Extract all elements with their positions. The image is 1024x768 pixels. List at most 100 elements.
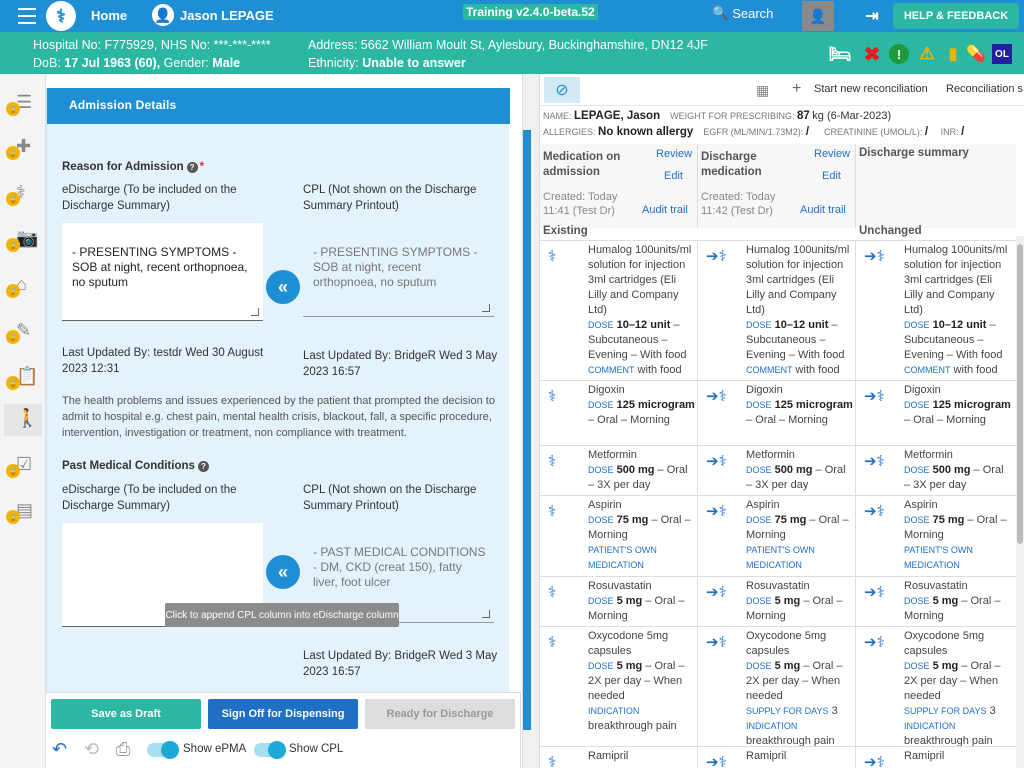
group-existing: Existing: [543, 225, 588, 237]
medication-cell[interactable]: ➔⚕ Oxycodone 5mg capsules DOSE 5 mg – Oral…: [856, 627, 1016, 747]
logout-icon[interactable]: ⇥: [862, 6, 882, 26]
history-icon[interactable]: ⟲: [84, 739, 99, 760]
resize-handle[interactable]: [251, 308, 259, 316]
reconcile-arrow-icon: ➔⚕: [706, 584, 727, 601]
review-link[interactable]: Review: [814, 148, 850, 160]
alert-x-icon[interactable]: ✖: [862, 44, 882, 66]
warning-triangle-icon[interactable]: ⚠: [917, 44, 937, 64]
medication-cell[interactable]: ⚕ Oxycodone 5mg capsules DOSE 5 mg – Oral …: [540, 627, 698, 746]
patient-icon: 👤: [152, 4, 174, 26]
report-icon[interactable]: ▦: [756, 82, 769, 99]
medication-cell[interactable]: ➔⚕ Rosuvastatin DOSE 5 mg – Oral – Morning: [856, 577, 1016, 626]
admission-details-header: Admission Details: [47, 88, 510, 124]
append-cpl-button[interactable]: «: [266, 555, 300, 589]
reason-ediscbarge-textarea[interactable]: - PRESENTING SYMPTOMS - SOB at night, re…: [62, 223, 263, 321]
address: Address: 5662 William Moult St, Aylesbur…: [308, 38, 708, 52]
top-bar: ⚕ Home 👤 Jason LEPAGE Training v2.4.0-be…: [0, 0, 1024, 32]
reason-cpl-textarea[interactable]: - PRESENTING SYMPTOMS - SOB at night, re…: [303, 223, 494, 317]
rail-item-list[interactable]: ☰ 🔒: [4, 88, 42, 120]
hospital-number: Hospital No: F775929, NHS No: ***-***-**…: [33, 38, 271, 52]
show-cpl-toggle[interactable]: [254, 741, 286, 759]
medication-cell[interactable]: ⚕ Metformin DOSE 500 mg – Oral – 3X per da…: [540, 446, 698, 495]
medication-row: ⚕ Aspirin DOSE 75 mg – Oral – Morning PATIE…: [540, 495, 1016, 576]
medication-icon: ⚕: [548, 584, 557, 601]
rail-item-stethoscope[interactable]: ⚕ 🔒: [4, 178, 42, 210]
medication-cell[interactable]: ➔⚕ Humalog 100units/ml solution for injec…: [856, 241, 1016, 380]
medication-cell[interactable]: ⚕ Aspirin DOSE 75 mg – Oral – Morning PATIE…: [540, 496, 698, 576]
pill-toggle-button[interactable]: ⊘: [544, 77, 580, 103]
edit-link[interactable]: Edit: [664, 170, 683, 182]
rail-item-camera[interactable]: 📷 🔒: [4, 224, 42, 256]
medication-cell[interactable]: ➔⚕ Humalog 100units/ml solution for injec…: [698, 241, 856, 380]
append-cpl-button[interactable]: «: [266, 270, 300, 304]
ready-for-discharge-button[interactable]: Ready for Discharge: [365, 699, 515, 729]
medication-cell[interactable]: ⚕ Rosuvastatin DOSE 5 mg – Oral – Morning: [540, 577, 698, 626]
medication-cell[interactable]: ➔⚕ Oxycodone 5mg capsules DOSE 5 mg – Oral…: [698, 627, 856, 747]
home-link[interactable]: Home: [91, 8, 127, 23]
review-link[interactable]: Review: [656, 148, 692, 160]
reconcile-arrow-icon: ➔⚕: [864, 248, 885, 265]
medication-scrollbar[interactable]: [1016, 236, 1024, 768]
rail-item-table[interactable]: ▤ 🔒: [4, 496, 42, 528]
splitter-bar[interactable]: [523, 130, 531, 730]
medication-cell[interactable]: ➔⚕ Rosuvastatin DOSE 5 mg – Oral – Morning: [698, 577, 856, 626]
save-draft-button[interactable]: Save as Draft: [51, 699, 201, 729]
medication-cell[interactable]: ➔⚕ Ramipril: [698, 747, 856, 768]
medication-cell[interactable]: ⚕ Ramipril: [540, 747, 698, 768]
menu-icon[interactable]: [18, 8, 36, 24]
pill-icon[interactable]: 💊: [966, 44, 986, 64]
print-icon[interactable]: ⎙: [116, 739, 130, 760]
audit-trail-link[interactable]: Audit trail: [800, 204, 846, 216]
sign-off-button[interactable]: Sign Off for Dispensing: [208, 699, 358, 729]
rail-item-plus[interactable]: ✚ 🔒: [4, 132, 42, 164]
reconcile-arrow-icon: ➔⚕: [706, 453, 727, 470]
bed-icon[interactable]: 🛏: [829, 44, 852, 64]
ol-badge[interactable]: OL: [992, 44, 1012, 64]
medication-bottle-icon[interactable]: ▮: [943, 44, 963, 64]
user-avatar[interactable]: 👤: [802, 1, 834, 31]
rail-item-edit[interactable]: ✎ 🔒: [4, 316, 42, 348]
medication-cell[interactable]: ➔⚕ Digoxin DOSE 125 microgram – Oral – Mor…: [698, 381, 856, 445]
resize-handle[interactable]: [482, 304, 490, 312]
patient-info-line1: NAME: LEPAGE, Jason WEIGHT FOR PRESCRIBI…: [543, 110, 892, 122]
medication-cell[interactable]: ➔⚕ Digoxin DOSE 125 microgram – Oral – Mor…: [856, 381, 1016, 445]
edit-link[interactable]: Edit: [822, 170, 841, 182]
reconcile-arrow-icon: ➔⚕: [706, 248, 727, 265]
rail-item-checklist[interactable]: ☑ 🔒: [4, 450, 42, 482]
patient-name[interactable]: Jason LEPAGE: [180, 8, 274, 23]
search-button[interactable]: 🔍 Search: [712, 5, 773, 21]
medication-cell[interactable]: ➔⚕ Aspirin DOSE 75 mg – Oral – Morning PATI…: [698, 496, 856, 576]
medication-row: ⚕ Rosuvastatin DOSE 5 mg – Oral – Morning ➔…: [540, 576, 1016, 626]
reconcile-arrow-icon: ➔⚕: [706, 388, 727, 405]
warning-circle-icon[interactable]: !: [889, 44, 909, 64]
medication-cell[interactable]: ➔⚕ Aspirin DOSE 75 mg – Oral – Morning PATI…: [856, 496, 1016, 576]
rail-item-discharge[interactable]: 🚶: [4, 404, 42, 436]
search-icon: 🔍: [712, 5, 729, 20]
medication-cell[interactable]: ⚕ Humalog 100units/ml solution for inject…: [540, 241, 698, 380]
show-epma-toggle[interactable]: [147, 741, 179, 759]
reconcile-arrow-icon: ➔⚕: [864, 453, 885, 470]
help-icon[interactable]: ?: [186, 162, 198, 173]
help-icon[interactable]: ?: [197, 461, 209, 472]
medication-cell[interactable]: ⚕ Digoxin DOSE 125 microgram – Oral – Morn…: [540, 381, 698, 445]
medication-cell[interactable]: ➔⚕ Metformin DOSE 500 mg – Oral – 3X per d…: [698, 446, 856, 495]
medication-row: ⚕ Humalog 100units/ml solution for inject…: [540, 240, 1016, 380]
app-logo[interactable]: ⚕: [46, 1, 76, 31]
medication-icon: ⚕: [548, 388, 557, 405]
rail-item-clipboard[interactable]: 📋 🔒: [4, 362, 42, 394]
medication-cell[interactable]: ➔⚕ Metformin DOSE 500 mg – Oral – 3X per d…: [856, 446, 1016, 495]
help-feedback-button[interactable]: HELP & FEEDBACK: [893, 3, 1019, 29]
audit-trail-link[interactable]: Audit trail: [642, 204, 688, 216]
medication-cell[interactable]: ➔⚕ Ramipril: [856, 747, 1016, 768]
pmc-cpl-label: CPL (Not shown on the Discharge Summary …: [303, 484, 477, 512]
resize-handle[interactable]: [482, 610, 490, 618]
rail-item-home[interactable]: ⌂ 🔒: [4, 270, 42, 302]
pane-splitter[interactable]: [522, 74, 540, 768]
reconciliation-tab[interactable]: Reconciliation s: [946, 83, 1023, 95]
start-reconciliation-button[interactable]: Start new reconciliation: [814, 83, 928, 95]
reconcile-arrow-icon: ➔⚕: [706, 754, 727, 768]
column-medication-on-admission: Medication on admission Review Edit Crea…: [540, 144, 698, 228]
column-discharge-medication: Discharge medication Review Edit Created…: [698, 144, 856, 228]
ediscbarge-last-updated: Last Updated By: testdr Wed 30 August 20…: [62, 347, 264, 375]
undo-icon[interactable]: ↶: [52, 739, 67, 760]
